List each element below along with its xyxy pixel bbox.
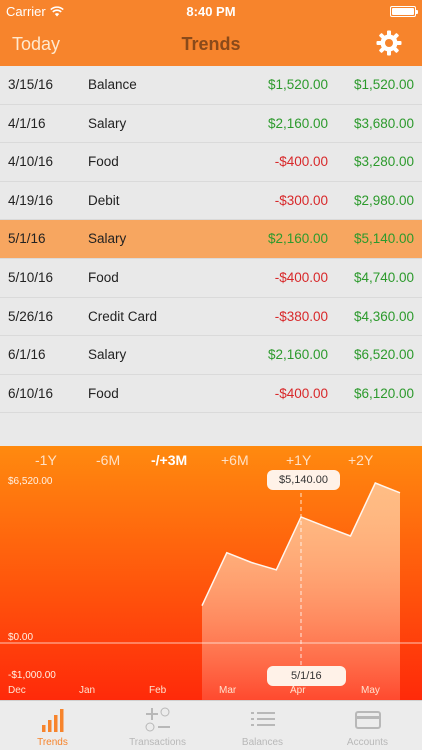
balance-chart[interactable]: -1Y -6M -/+3M +6M +1Y +2Y $6,520.00 $0.0… (0, 446, 422, 700)
x-tick-label: Dec (8, 685, 26, 696)
transaction-amount: -$400.00 (274, 385, 328, 401)
transaction-label: Salary (88, 231, 127, 247)
transaction-row[interactable]: 4/1/16 Salary $2,160.00 $3,680.00 (0, 105, 422, 144)
running-balance: $4,360.00 (353, 308, 414, 324)
running-balance: $4,740.00 (353, 270, 414, 285)
running-balance: $1,520.00 (353, 77, 414, 92)
transaction-date: 4/1/16 (8, 115, 46, 131)
y-tick-label: $0.00 (8, 632, 34, 643)
status-time: 8:40 PM (186, 4, 236, 19)
x-tick-label: Apr (290, 685, 306, 696)
transaction-amount: $2,160.00 (267, 231, 328, 247)
transaction-amount: $2,160.00 (267, 347, 328, 363)
transaction-row-selected[interactable]: 5/1/16 Salary $2,160.00 $5,140.00 (0, 220, 422, 259)
running-balance: $2,980.00 (353, 192, 414, 208)
bar-chart-icon (42, 709, 64, 732)
running-balance: $3,680.00 (353, 115, 414, 131)
transaction-label: Balance (88, 77, 137, 92)
transaction-date: 4/19/16 (8, 192, 54, 208)
transaction-date: 6/1/16 (8, 347, 46, 363)
chart-plot (0, 482, 422, 700)
transaction-label: Debit (88, 192, 120, 208)
card-icon (355, 711, 381, 729)
transaction-date: 5/10/16 (8, 270, 54, 285)
transaction-date: 3/15/16 (8, 77, 54, 92)
tab-accounts[interactable]: Accounts (315, 701, 420, 750)
list-icon (251, 712, 275, 726)
transaction-label: Credit Card (88, 308, 158, 324)
nav-bar: Today Trends (0, 22, 422, 66)
transaction-amount: $1,520.00 (267, 77, 328, 92)
transaction-amount: -$400.00 (274, 154, 328, 170)
transaction-row[interactable]: 4/19/16 Debit -$300.00 $2,980.00 (0, 182, 422, 221)
transaction-row[interactable]: 6/1/16 Salary $2,160.00 $6,520.00 (0, 336, 422, 375)
transaction-row[interactable]: 4/10/16 Food -$400.00 $3,280.00 (0, 143, 422, 182)
transaction-label: Salary (88, 115, 127, 131)
tab-label: Trends (37, 737, 68, 748)
running-balance: $6,120.00 (353, 385, 414, 401)
tab-bar: Trends Transactions Balances Accounts (0, 700, 422, 750)
x-tick-label: May (361, 685, 380, 696)
transaction-date: 5/26/16 (8, 308, 54, 324)
x-tick-label: Mar (219, 685, 237, 696)
running-balance: $6,520.00 (353, 347, 414, 363)
x-tick-label: Feb (149, 685, 167, 696)
transaction-row[interactable]: 5/10/16 Food -$400.00 $4,740.00 (0, 259, 422, 298)
transaction-date: 4/10/16 (8, 154, 54, 170)
transaction-label: Salary (88, 347, 127, 363)
transaction-amount: -$300.00 (274, 192, 328, 208)
highlight-value-label: $5,140.00 (267, 470, 340, 490)
tab-trends[interactable]: Trends (0, 701, 105, 750)
transaction-label: Food (88, 270, 119, 285)
transaction-date: 6/10/16 (8, 385, 54, 401)
plus-minus-icon (145, 707, 170, 732)
running-balance: $5,140.00 (353, 231, 414, 247)
transaction-row[interactable]: 3/15/16 Balance $1,520.00 $1,520.00 (0, 66, 422, 105)
battery-icon (390, 6, 418, 17)
highlight-date-label: 5/1/16 (267, 666, 346, 686)
y-tick-label: $6,520.00 (8, 476, 53, 487)
transaction-amount: $2,160.00 (267, 115, 328, 131)
transaction-row[interactable]: 6/10/16 Food -$400.00 $6,120.00 (0, 375, 422, 414)
tab-label: Transactions (129, 737, 186, 748)
today-button[interactable]: Today (12, 34, 60, 55)
y-tick-label: -$1,000.00 (8, 670, 56, 681)
transaction-amount: -$400.00 (274, 270, 328, 285)
transaction-label: Food (88, 154, 119, 170)
transaction-list: 3/15/16 Balance $1,520.00 $1,520.00 4/1/… (0, 66, 422, 446)
running-balance: $3,280.00 (353, 154, 414, 170)
status-bar: Carrier 8:40 PM (0, 0, 422, 22)
x-tick-label: Jan (79, 685, 96, 696)
transaction-amount: -$380.00 (274, 308, 328, 324)
transaction-label: Food (88, 385, 119, 401)
transaction-date: 5/1/16 (8, 231, 46, 247)
tab-transactions[interactable]: Transactions (105, 701, 210, 750)
tab-balances[interactable]: Balances (210, 701, 315, 750)
tab-label: Balances (241, 737, 284, 748)
page-title: Trends (181, 34, 241, 54)
tab-label: Accounts (346, 737, 389, 748)
gear-icon[interactable] (376, 30, 402, 56)
transaction-row[interactable]: 5/26/16 Credit Card -$380.00 $4,360.00 (0, 298, 422, 337)
